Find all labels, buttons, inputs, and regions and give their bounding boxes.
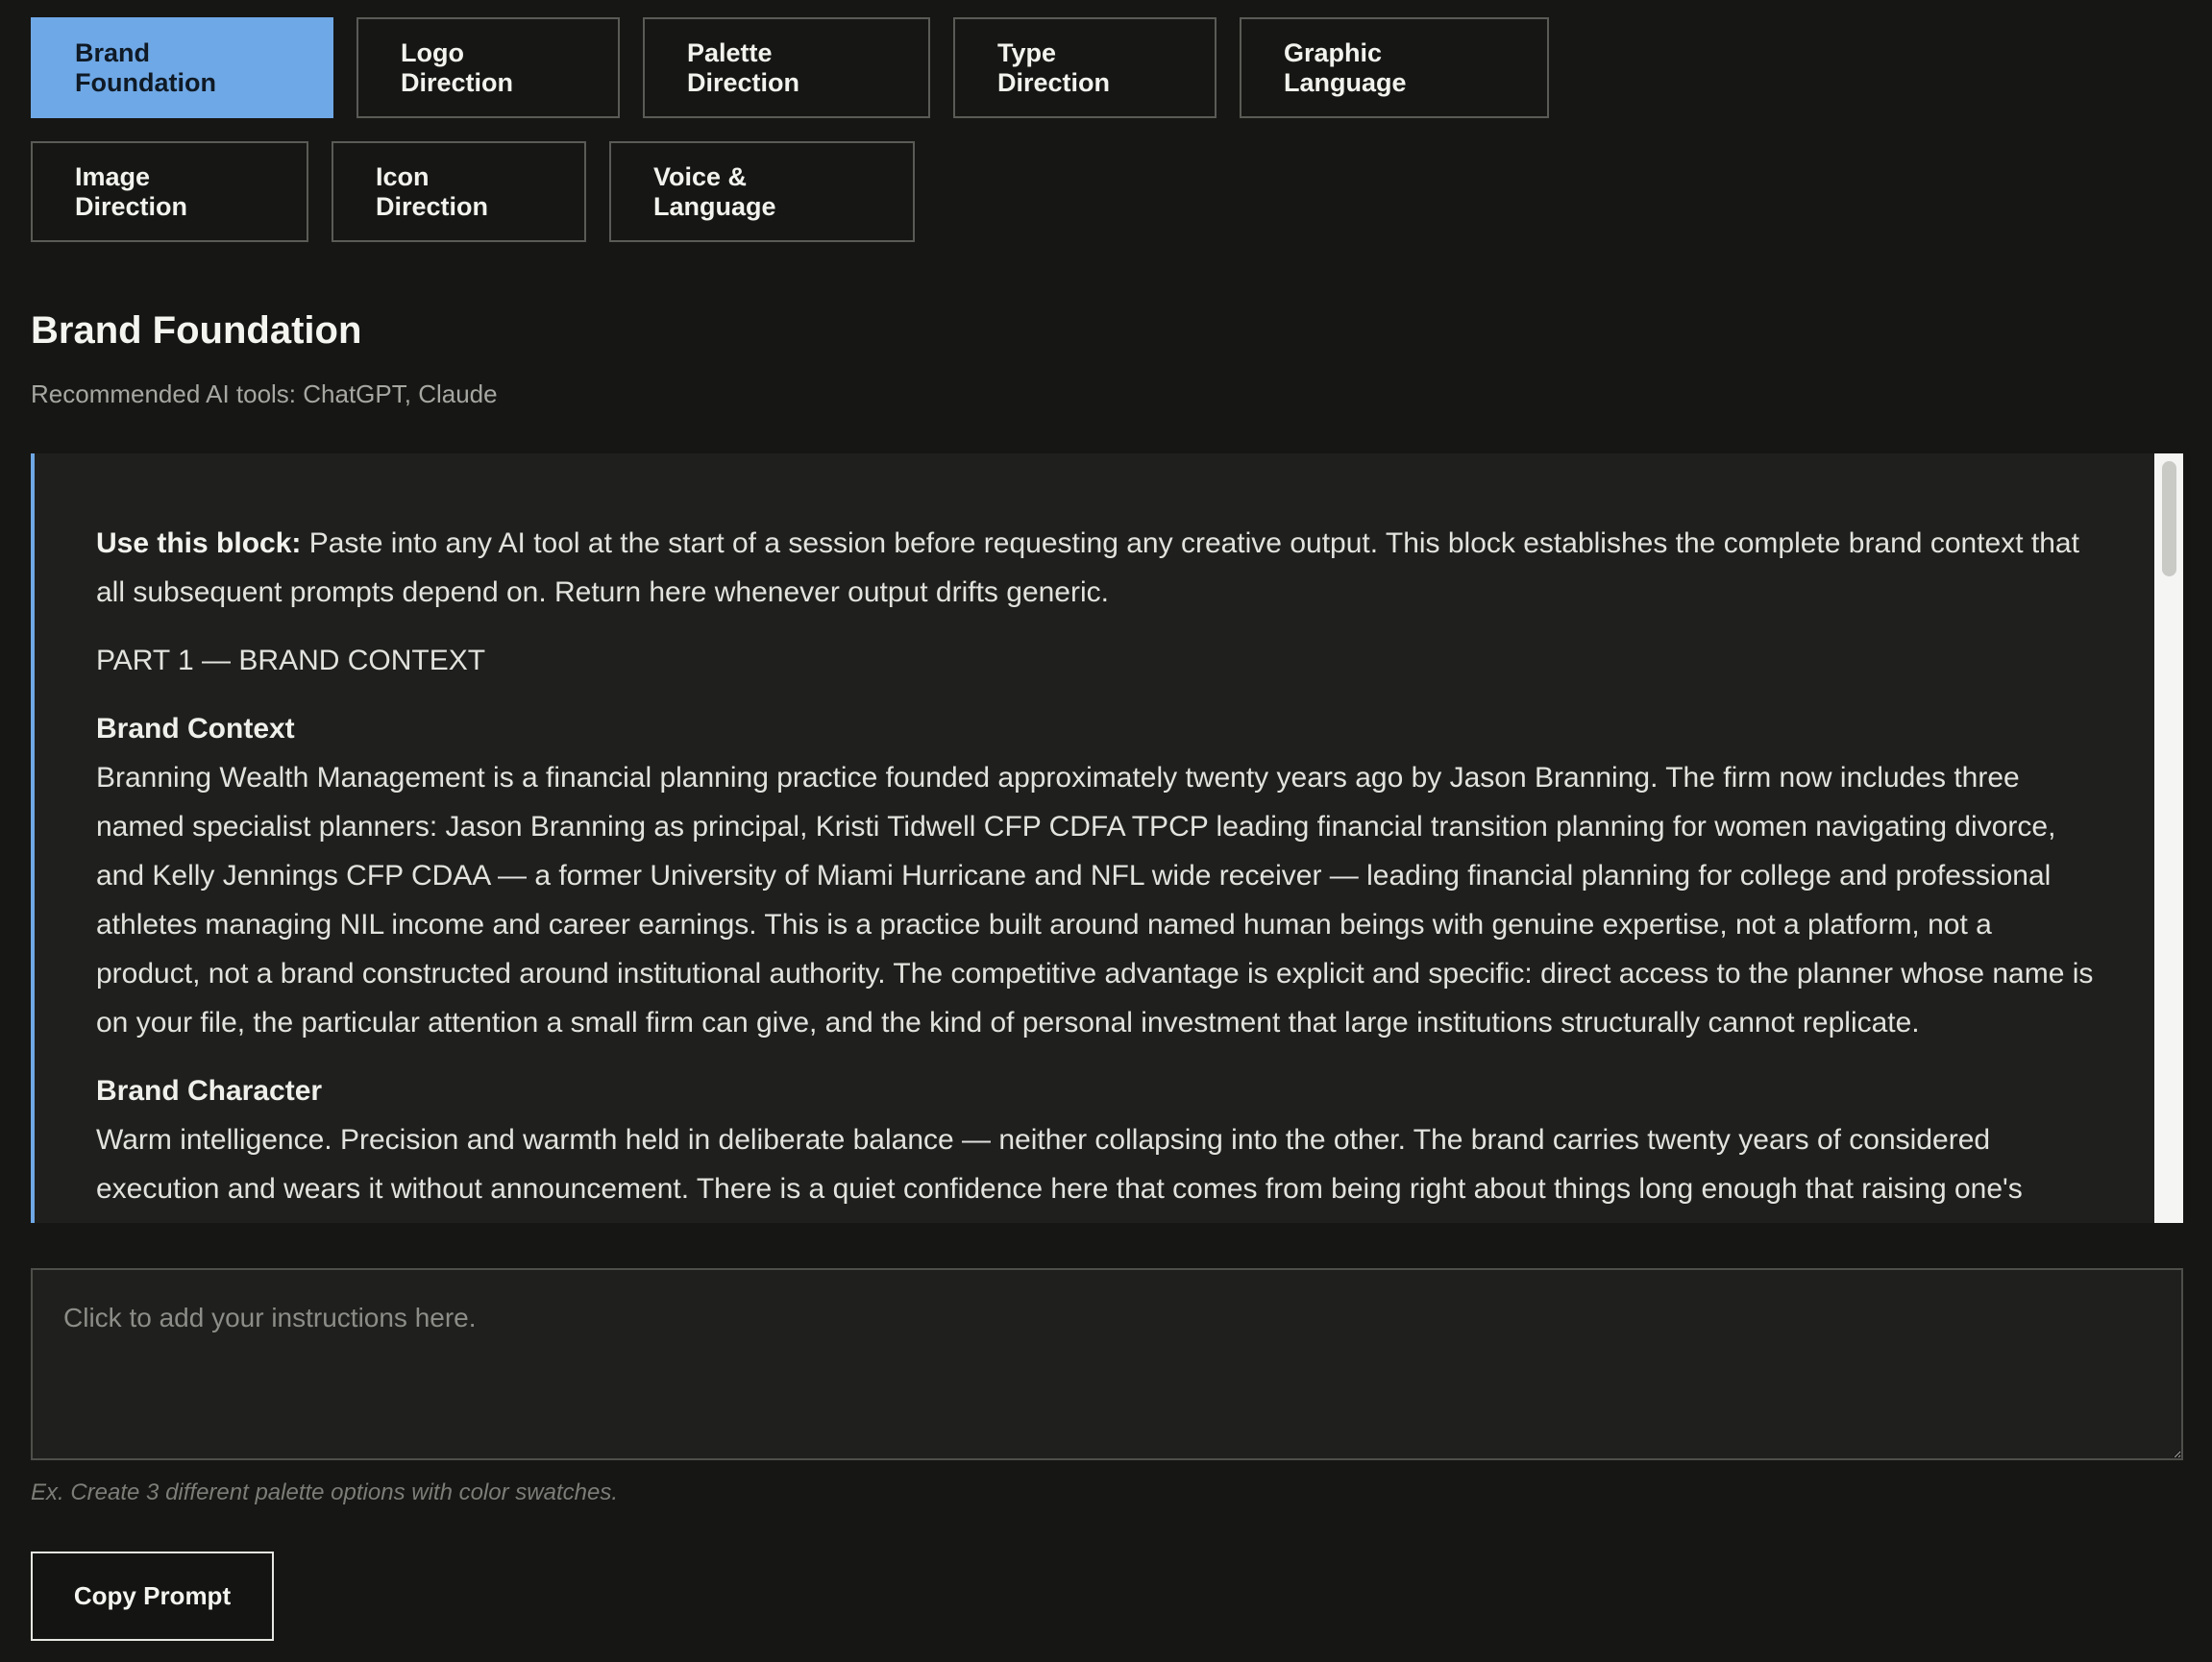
recommended-tools: Recommended AI tools: ChatGPT, Claude [31, 379, 498, 408]
use-block-label: Use this block: [96, 527, 302, 559]
instructions-input[interactable] [31, 1268, 2183, 1460]
tab-palette-direction[interactable]: Palette Direction [643, 17, 930, 118]
instructions-hint: Ex. Create 3 different palette options w… [31, 1479, 618, 1505]
tab-voice-language[interactable]: Voice & Language [609, 141, 915, 242]
tab-logo-direction[interactable]: Logo Direction [356, 17, 620, 118]
tab-brand-foundation[interactable]: Brand Foundation [31, 17, 333, 118]
tab-row-top: Brand Foundation Logo Direction Palette … [31, 17, 1549, 118]
tab-type-direction[interactable]: Type Direction [953, 17, 1217, 118]
prompt-content: Use this block: Paste into any AI tool a… [35, 453, 2183, 1213]
section-title: Brand Foundation [31, 309, 362, 352]
tab-icon-direction[interactable]: Icon Direction [332, 141, 586, 242]
brand-character-heading: Brand Character [96, 1075, 323, 1107]
scroll-thumb[interactable] [2162, 461, 2176, 576]
part-heading: PART 1 — BRAND CONTEXT [96, 645, 486, 676]
brand-context-heading: Brand Context [96, 713, 295, 745]
prompt-block[interactable]: Use this block: Paste into any AI tool a… [31, 453, 2183, 1223]
brand-character-text: Warm intelligence. Precision and warmth … [96, 1124, 2023, 1205]
tab-row-bottom: Image Direction Icon Direction Voice & L… [31, 141, 915, 242]
copy-prompt-button[interactable]: Copy Prompt [31, 1552, 274, 1641]
tab-image-direction[interactable]: Image Direction [31, 141, 308, 242]
use-block-paragraph: Use this block: Paste into any AI tool a… [96, 519, 2097, 617]
use-block-text: Paste into any AI tool at the start of a… [96, 527, 2079, 608]
prompt-builder-page: Brand Foundation Logo Direction Palette … [0, 0, 2212, 1662]
brand-character-section: Brand Character Warm intelligence. Preci… [96, 1066, 2097, 1213]
brand-context-text: Branning Wealth Management is a financia… [96, 762, 2094, 1039]
tab-graphic-language[interactable]: Graphic Language [1240, 17, 1549, 118]
brand-context-section: Brand Context Branning Wealth Management… [96, 704, 2097, 1047]
prompt-scrollbar[interactable] [2154, 453, 2183, 1223]
